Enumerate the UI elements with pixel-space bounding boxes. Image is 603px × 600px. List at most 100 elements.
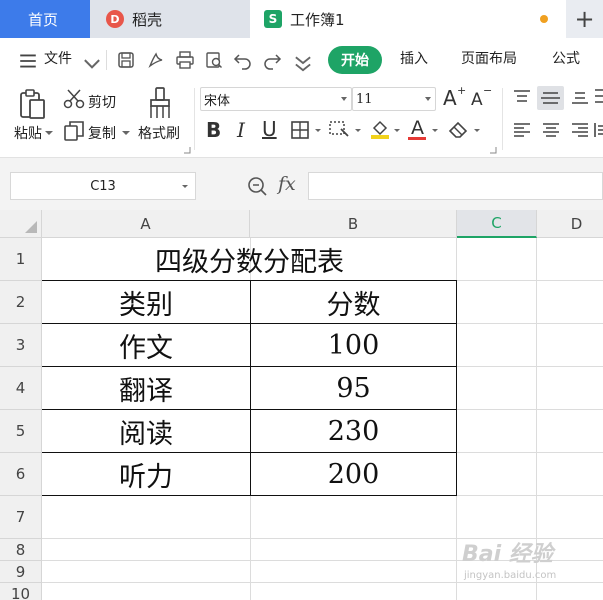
undo-icon[interactable]: [233, 50, 253, 70]
copy-button[interactable]: 复制: [88, 123, 116, 143]
column-header-a[interactable]: A: [42, 210, 250, 238]
font-name-select[interactable]: 宋体: [200, 87, 352, 111]
paste-dropdown-icon[interactable]: [44, 129, 54, 137]
column-header-d[interactable]: D: [537, 210, 603, 238]
table-cell[interactable]: 作文: [42, 324, 250, 367]
row-header-3[interactable]: 3: [0, 324, 42, 367]
hamburger-menu-icon[interactable]: [18, 51, 38, 71]
table-cell[interactable]: 翻译: [42, 367, 250, 410]
header-cell-score[interactable]: 分数: [250, 281, 457, 324]
tab-workbook[interactable]: S 工作簿1: [250, 0, 566, 38]
align-left-icon[interactable]: [512, 120, 532, 140]
copy-icon[interactable]: [63, 120, 85, 142]
cell-style-dropdown-icon[interactable]: [354, 128, 362, 134]
tab-insert[interactable]: 插入: [400, 48, 428, 68]
align-middle-button[interactable]: [537, 86, 564, 110]
menu-bar: 文件 开始 插入 页面布局 公式: [0, 38, 603, 82]
minus-superscript-icon: −: [483, 84, 493, 97]
row-header-4[interactable]: 4: [0, 367, 42, 410]
spreadsheet-logo-icon: S: [264, 10, 282, 28]
scissors-icon[interactable]: [63, 88, 85, 110]
eraser-icon[interactable]: [447, 119, 471, 139]
wrap-text-icon[interactable]: [594, 86, 603, 108]
increase-font-size-button[interactable]: A: [443, 86, 457, 110]
header-cell-category[interactable]: 类别: [42, 281, 250, 324]
table-cell[interactable]: 95: [250, 367, 457, 410]
tab-formula[interactable]: 公式: [552, 48, 580, 68]
watermark-logo-text: Bai 经验: [462, 542, 553, 567]
menu-file[interactable]: 文件: [44, 48, 72, 68]
column-header-c[interactable]: C: [457, 210, 537, 238]
clear-dropdown-icon[interactable]: [473, 128, 481, 134]
tab-page-layout[interactable]: 页面布局: [461, 48, 517, 68]
redo-icon[interactable]: [262, 50, 282, 70]
bold-button[interactable]: B: [206, 118, 221, 142]
column-header-b[interactable]: B: [250, 210, 457, 238]
borders-dropdown-icon[interactable]: [314, 128, 322, 134]
formula-bar: C13 fx: [0, 158, 603, 210]
font-size-value: 11: [356, 91, 373, 107]
table-cell[interactable]: 230: [250, 410, 457, 453]
title-cell[interactable]: 四级分数分配表: [42, 238, 457, 281]
paste-button[interactable]: 粘贴: [14, 123, 42, 143]
cell-style-icon[interactable]: [328, 119, 352, 141]
align-bottom-icon[interactable]: [570, 88, 590, 106]
row-header-1[interactable]: 1: [0, 238, 42, 281]
italic-button[interactable]: I: [237, 118, 245, 142]
row-header-10[interactable]: 10: [0, 583, 42, 600]
clipboard-expand-icon[interactable]: [183, 146, 191, 154]
unsaved-indicator-icon: [540, 15, 548, 23]
fill-color-dropdown-icon[interactable]: [393, 128, 401, 134]
row-header-6[interactable]: 6: [0, 453, 42, 496]
underline-button[interactable]: U: [262, 117, 277, 141]
table-cell[interactable]: 100: [250, 324, 457, 367]
name-box[interactable]: C13: [10, 172, 196, 200]
row-header-5[interactable]: 5: [0, 410, 42, 453]
font-color-button[interactable]: A: [411, 117, 424, 139]
row-header-9[interactable]: 9: [0, 561, 42, 583]
quick-access-more-icon[interactable]: [293, 53, 313, 73]
align-right-icon[interactable]: [570, 120, 590, 140]
distributed-align-icon[interactable]: [594, 120, 603, 140]
formula-input[interactable]: [308, 172, 603, 200]
row-header-2[interactable]: 2: [0, 281, 42, 324]
borders-icon[interactable]: [290, 120, 312, 140]
table-cell[interactable]: 阅读: [42, 410, 250, 453]
daoke-logo-icon: D: [106, 10, 124, 28]
insert-function-button[interactable]: fx: [278, 173, 296, 195]
new-tab-button[interactable]: +: [566, 0, 603, 38]
chevron-down-icon[interactable]: [82, 53, 102, 73]
export-pdf-icon[interactable]: [146, 50, 166, 70]
print-preview-icon[interactable]: [204, 50, 224, 70]
font-name-value: 宋体: [204, 93, 231, 109]
format-painter-button[interactable]: 格式刷: [138, 123, 180, 143]
align-center-icon[interactable]: [541, 120, 561, 140]
format-painter-icon[interactable]: [146, 86, 174, 120]
font-size-select[interactable]: 11: [352, 87, 436, 111]
table-cell[interactable]: 听力: [42, 453, 250, 496]
divider: [194, 88, 195, 150]
watermark-url: jingyan.baidu.com: [464, 570, 557, 581]
name-box-value: C13: [90, 178, 116, 194]
print-icon[interactable]: [175, 50, 195, 70]
font-color-dropdown-icon[interactable]: [431, 128, 439, 134]
copy-dropdown-icon[interactable]: [121, 129, 131, 137]
tab-start[interactable]: 开始: [328, 46, 382, 74]
table-cell[interactable]: 200: [250, 453, 457, 496]
save-icon[interactable]: [116, 50, 136, 70]
chevron-down-icon[interactable]: [181, 184, 189, 190]
align-middle-icon: [541, 92, 560, 104]
font-expand-icon[interactable]: [489, 146, 497, 154]
tab-home[interactable]: 首页: [0, 0, 90, 38]
decrease-font-size-button[interactable]: A: [471, 90, 483, 110]
select-all-button[interactable]: [0, 210, 42, 238]
tab-daoke[interactable]: D 稻壳: [90, 0, 250, 38]
tab-workbook-label: 工作簿1: [290, 10, 345, 29]
cut-button[interactable]: 剪切: [88, 92, 116, 112]
fill-color-icon[interactable]: [369, 118, 391, 140]
zoom-search-icon[interactable]: [247, 176, 269, 196]
row-header-7[interactable]: 7: [0, 496, 42, 539]
align-top-icon[interactable]: [512, 88, 532, 106]
paste-icon[interactable]: [18, 88, 48, 120]
row-header-8[interactable]: 8: [0, 539, 42, 561]
